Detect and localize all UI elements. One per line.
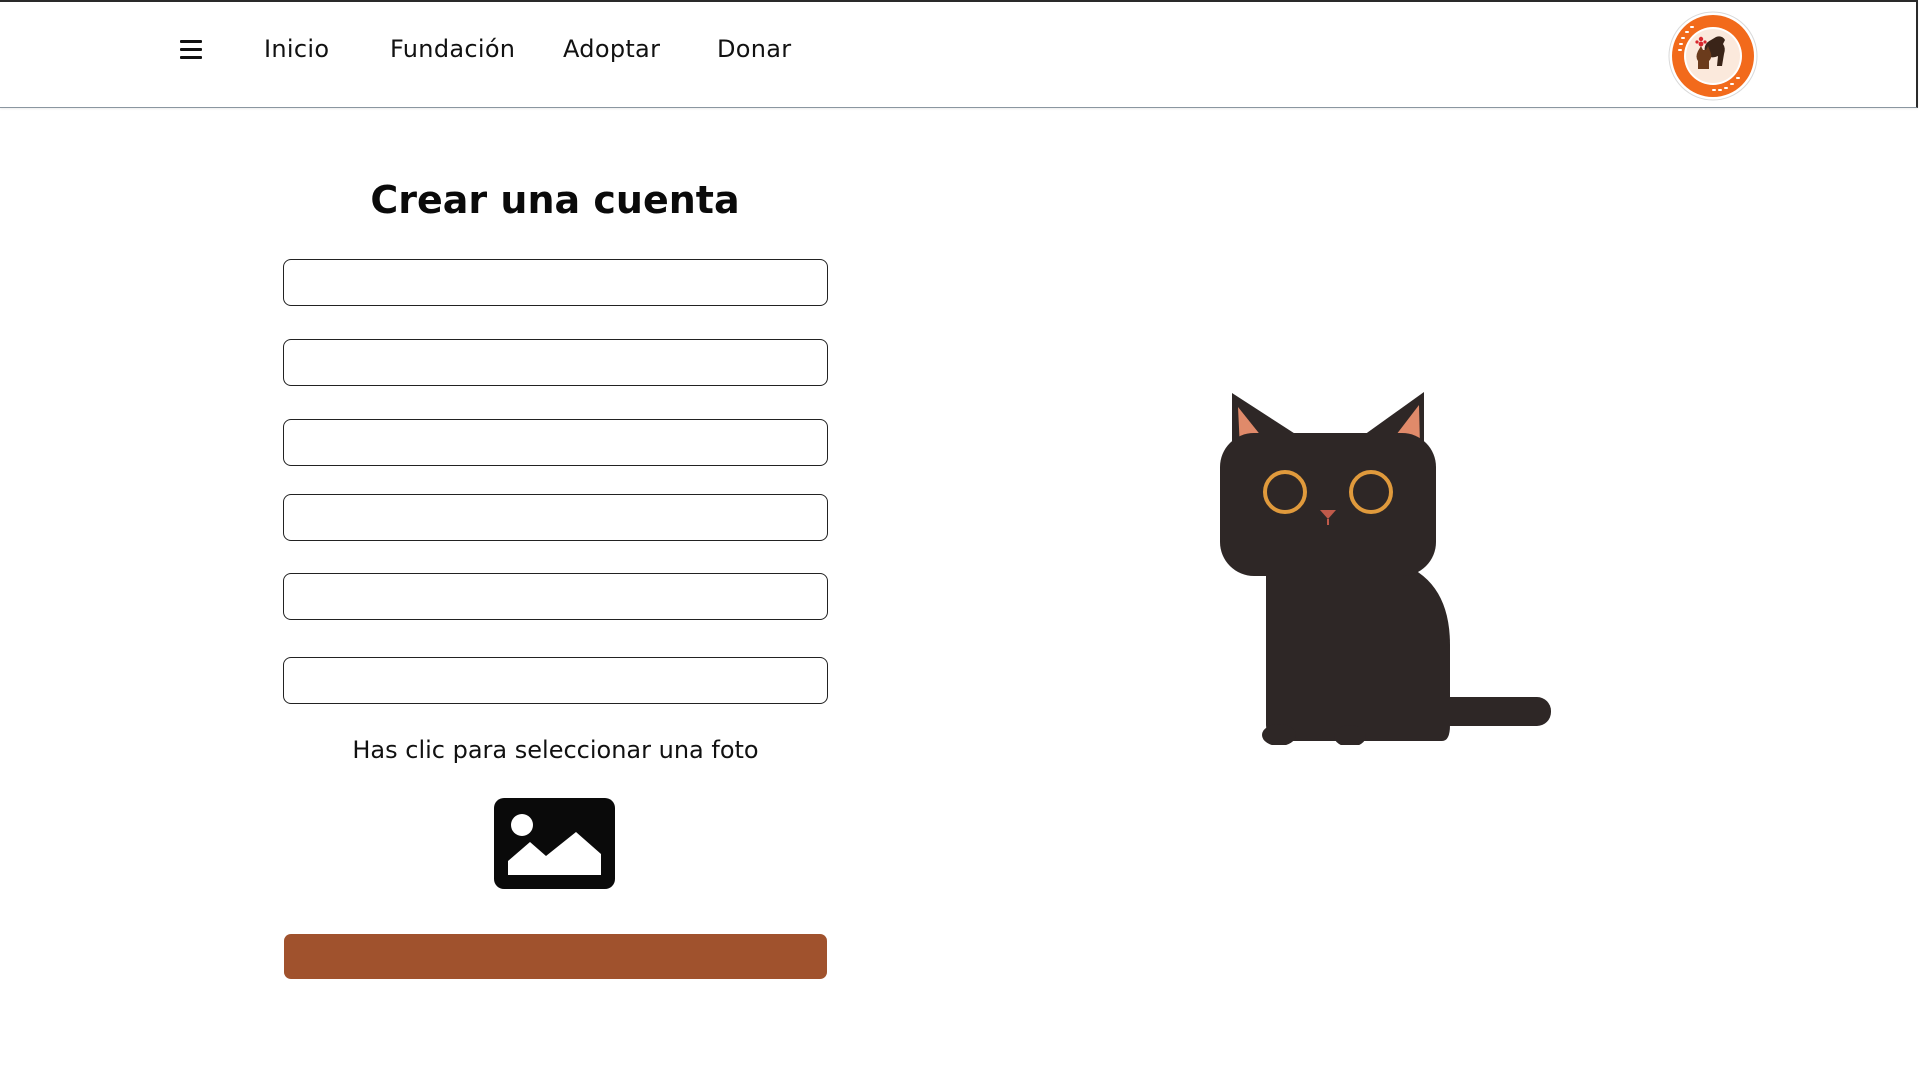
nav-link-donar[interactable]: Donar	[717, 35, 791, 63]
signup-field-5[interactable]	[283, 573, 828, 620]
nav-link-adoptar[interactable]: Adoptar	[563, 35, 660, 63]
page-title: Crear una cuenta	[370, 178, 740, 222]
photo-select-label: Has clic para seleccionar una foto	[352, 736, 759, 764]
hamburger-menu-icon[interactable]	[180, 40, 202, 62]
nav-link-inicio[interactable]: Inicio	[264, 35, 329, 63]
signup-field-3[interactable]	[283, 419, 828, 466]
signup-field-4[interactable]	[283, 494, 828, 541]
nav-link-fundacion[interactable]: Fundación	[390, 35, 515, 63]
foundation-logo[interactable]	[1668, 11, 1758, 101]
black-cat-illustration	[1220, 392, 1551, 745]
signup-field-1[interactable]	[283, 259, 828, 306]
signup-field-6[interactable]	[283, 657, 828, 704]
create-account-button[interactable]	[284, 934, 827, 979]
signup-field-2[interactable]	[283, 339, 828, 386]
image-icon[interactable]	[494, 798, 615, 889]
top-navbar: Inicio Fundación Adoptar Donar	[0, 0, 1918, 108]
